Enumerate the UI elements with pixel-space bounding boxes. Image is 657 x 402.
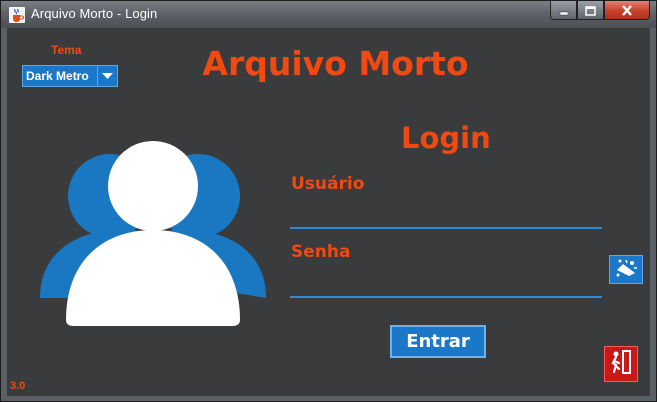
title-bar[interactable]: Arquivo Morto - Login xyxy=(1,1,656,28)
exit-button[interactable] xyxy=(604,346,638,382)
password-label: Senha xyxy=(291,242,351,262)
maximize-icon xyxy=(585,1,596,20)
username-label: Usuário xyxy=(291,174,365,194)
login-title: Login xyxy=(401,121,491,155)
show-password-button[interactable] xyxy=(609,255,643,284)
login-panel: Tema Dark Metro Arquivo Morto Login Usuá xyxy=(7,28,650,396)
username-input[interactable] xyxy=(290,203,602,229)
version-label: 3.0 xyxy=(10,380,26,392)
close-button[interactable] xyxy=(604,1,650,20)
minimize-icon xyxy=(559,1,569,20)
exit-door-icon xyxy=(609,348,633,380)
maximize-button[interactable] xyxy=(577,1,604,20)
enter-button[interactable]: Entrar xyxy=(390,325,486,358)
show-password-icon xyxy=(614,258,638,282)
close-icon xyxy=(621,1,633,20)
window-controls xyxy=(550,1,650,21)
users-icon xyxy=(40,138,266,326)
java-cup-icon xyxy=(9,7,25,23)
app-title: Arquivo Morto xyxy=(202,44,469,83)
password-input[interactable] xyxy=(290,271,602,298)
login-window: Arquivo Morto - Login Tema Dark Metro Ar… xyxy=(0,0,657,402)
minimize-button[interactable] xyxy=(550,1,577,20)
window-title: Arquivo Morto - Login xyxy=(31,6,158,21)
